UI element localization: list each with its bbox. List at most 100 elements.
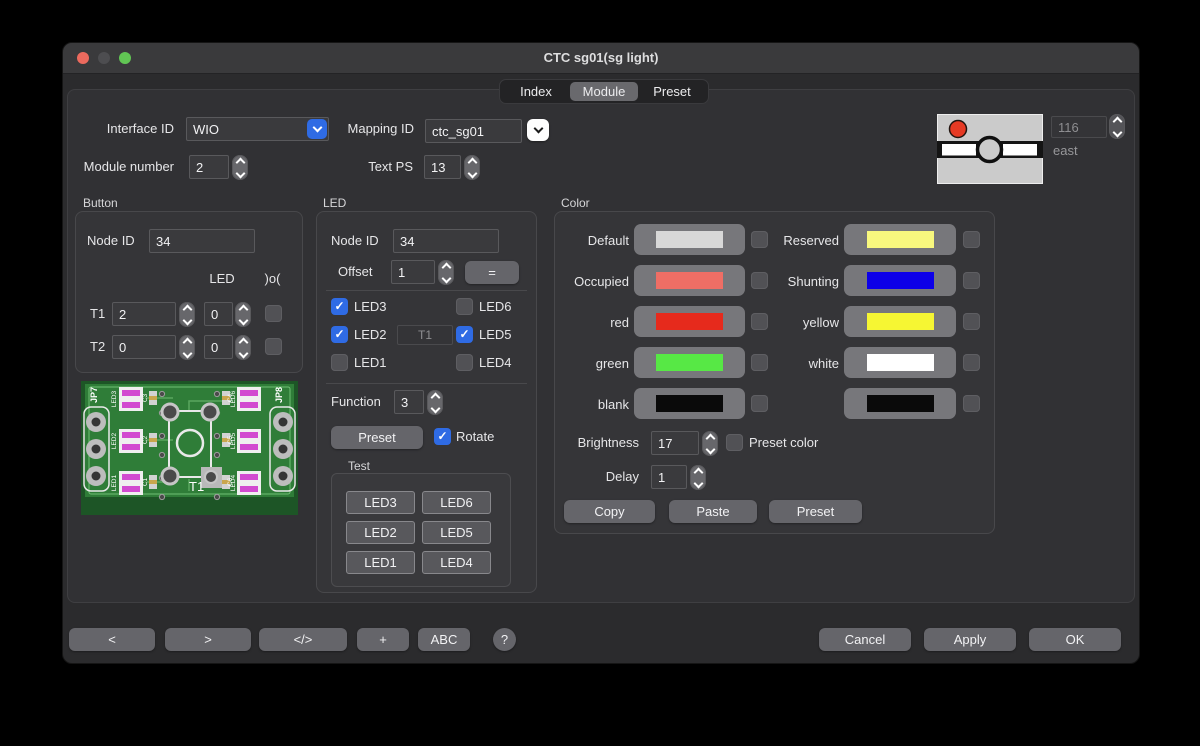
brightness-stepper[interactable] <box>702 431 718 456</box>
titlebar[interactable]: CTC sg01(sg light) <box>63 43 1139 74</box>
interface-id-value: WIO <box>193 122 219 137</box>
button-t1-led-value: 0 <box>211 307 218 322</box>
delay-field[interactable]: 1 <box>651 465 687 489</box>
signal-preview-image <box>937 114 1043 184</box>
button-row-t2-label: T2 <box>90 339 105 354</box>
test-led3-button[interactable]: LED3 <box>346 491 415 514</box>
code-button[interactable]: </> <box>259 628 347 651</box>
module-number-field[interactable]: 2 <box>189 155 229 179</box>
add-button[interactable]: + <box>357 628 409 651</box>
prev-button[interactable]: < <box>69 628 155 651</box>
chevron-down-icon <box>312 123 322 133</box>
rotate-checkbox[interactable] <box>434 428 451 445</box>
tab-index[interactable]: Index <box>502 82 570 101</box>
color-yellow-label: yellow <box>673 315 839 330</box>
button-t2-led-stepper[interactable] <box>235 335 251 360</box>
test-led2-button[interactable]: LED2 <box>346 521 415 544</box>
button-t1-led-field[interactable]: 0 <box>204 302 233 326</box>
apply-button[interactable]: Apply <box>924 628 1016 651</box>
tab-module[interactable]: Module <box>570 82 638 101</box>
ok-button[interactable]: OK <box>1029 628 1121 651</box>
color-occupied-label: Occupied <box>467 274 629 289</box>
color-blank-checkbox[interactable] <box>751 395 768 412</box>
test-led1-button[interactable]: LED1 <box>346 551 415 574</box>
pcb-label-c5: C5 <box>227 435 234 444</box>
brightness-field[interactable]: 17 <box>651 431 699 455</box>
color-reserved-checkbox[interactable] <box>963 231 980 248</box>
led-offset-stepper[interactable] <box>438 260 454 285</box>
color-white-swatch <box>867 354 934 371</box>
color-shunting-well[interactable] <box>844 265 956 296</box>
led6-checkbox[interactable] <box>456 298 473 315</box>
led3-checkbox[interactable] <box>331 298 348 315</box>
button-row-t1-label: T1 <box>90 306 105 321</box>
button-t2-checkbox[interactable] <box>265 338 282 355</box>
preset-color-checkbox[interactable] <box>726 434 743 451</box>
paste-button[interactable]: Paste <box>669 500 757 523</box>
led2-checkbox-label: LED2 <box>354 327 387 342</box>
button-t2-led-field[interactable]: 0 <box>204 335 233 359</box>
button-t1-value-field[interactable]: 2 <box>112 302 176 326</box>
test-led4-button[interactable]: LED4 <box>422 551 491 574</box>
color-yellow-checkbox[interactable] <box>963 313 980 330</box>
button-t2-stepper[interactable] <box>179 335 195 360</box>
color-red-label: red <box>467 315 629 330</box>
mapping-id-value: ctc_sg01 <box>432 124 484 139</box>
tab-preset[interactable]: Preset <box>638 82 706 101</box>
color-yellow-well[interactable] <box>844 306 956 337</box>
button-t1-checkbox[interactable] <box>265 305 282 322</box>
color-blank-well[interactable] <box>634 388 745 419</box>
pcb-label-led1: LED1 <box>111 474 118 491</box>
led1-checkbox[interactable] <box>331 354 348 371</box>
app-window: CTC sg01(sg light) Index Module Preset I… <box>62 42 1140 664</box>
chevron-down-icon <box>533 124 543 134</box>
function-stepper[interactable] <box>427 390 443 415</box>
signal-number-field: 116 <box>1051 116 1107 138</box>
signal-direction-label: east <box>1053 143 1078 158</box>
pcb-label-jp8: JP8 <box>274 387 284 403</box>
button-node-id-value: 34 <box>156 234 170 249</box>
button-t1-led-stepper[interactable] <box>235 302 251 327</box>
button-t2-value-field[interactable]: 0 <box>112 335 176 359</box>
led-t1-indicator-value: T1 <box>418 328 432 342</box>
mapping-id-field[interactable]: ctc_sg01 <box>425 119 522 143</box>
signal-number-stepper[interactable] <box>1109 114 1125 139</box>
pcb-label-t1: T1 <box>189 479 204 494</box>
color-extra-well[interactable] <box>844 388 956 419</box>
test-group-title: Test <box>348 459 370 473</box>
function-field[interactable]: 3 <box>394 390 424 414</box>
color-reserved-well[interactable] <box>844 224 956 255</box>
led2-checkbox[interactable] <box>331 326 348 343</box>
led-node-id-label: Node ID <box>331 233 379 248</box>
led-offset-field[interactable]: 1 <box>391 260 435 284</box>
pcb-label-jp7: JP7 <box>89 387 99 403</box>
module-number-stepper[interactable] <box>232 155 248 180</box>
color-group-title: Color <box>561 196 590 210</box>
text-ps-stepper[interactable] <box>464 155 480 180</box>
pcb-label-c1: C1 <box>142 477 149 486</box>
text-ps-field[interactable]: 13 <box>424 155 461 179</box>
copy-button[interactable]: Copy <box>564 500 655 523</box>
button-node-id-field[interactable]: 34 <box>149 229 255 253</box>
next-button[interactable]: > <box>165 628 251 651</box>
color-shunting-swatch <box>867 272 934 289</box>
abc-button[interactable]: ABC <box>418 628 470 651</box>
color-white-checkbox[interactable] <box>963 354 980 371</box>
test-led5-button[interactable]: LED5 <box>422 521 491 544</box>
mapping-id-dropdown-button[interactable] <box>527 119 549 141</box>
help-button[interactable]: ? <box>493 628 516 651</box>
test-led6-button[interactable]: LED6 <box>422 491 491 514</box>
pcb-label-c4: C4 <box>227 393 234 402</box>
led-offset-label: Offset <box>338 264 372 279</box>
color-white-well[interactable] <box>844 347 956 378</box>
delay-stepper[interactable] <box>690 465 706 490</box>
function-label: Function <box>331 394 381 409</box>
color-preset-button[interactable]: Preset <box>769 500 862 523</box>
pcb-label-led2: LED2 <box>111 432 118 449</box>
color-extra-checkbox[interactable] <box>963 395 980 412</box>
cancel-button[interactable]: Cancel <box>819 628 911 651</box>
interface-id-dropdown-button[interactable] <box>307 119 327 139</box>
button-t1-stepper[interactable] <box>179 302 195 327</box>
color-shunting-checkbox[interactable] <box>963 272 980 289</box>
led-preset-button[interactable]: Preset <box>331 426 423 449</box>
